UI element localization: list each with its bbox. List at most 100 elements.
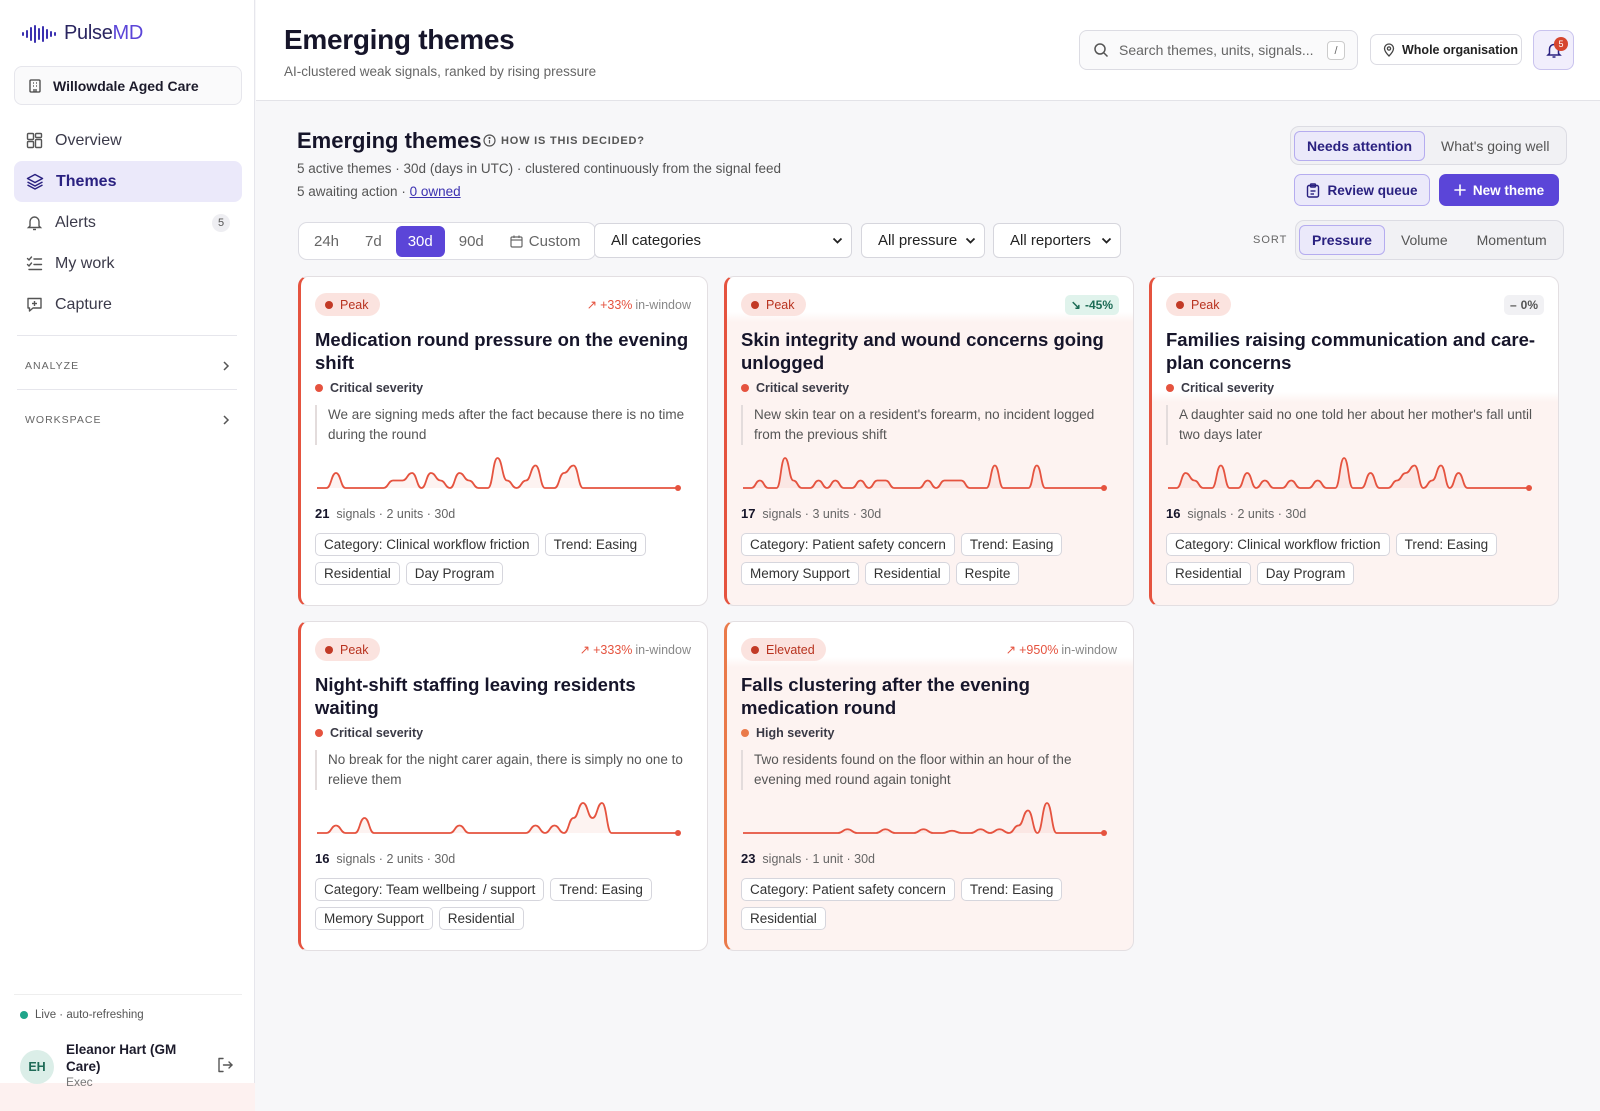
range-7d[interactable]: 7d — [353, 226, 394, 257]
tag-list: Category: Team wellbeing / support Trend… — [315, 878, 695, 930]
signal-quote: New skin tear on a resident's forearm, n… — [741, 405, 1111, 445]
theme-stats: 16 signals · 2 units · 30d — [315, 851, 455, 866]
sort-pressure[interactable]: Pressure — [1299, 225, 1385, 255]
page-header: Emerging themes AI-clustered weak signal… — [256, 0, 1600, 101]
sidebar-item-label: Alerts — [55, 213, 96, 231]
theme-card[interactable]: Peak ↗ +33% in-window Medication round pre… — [298, 276, 708, 606]
app-logo[interactable]: PulseMD — [22, 22, 143, 45]
tag-unit[interactable]: Memory Support — [315, 907, 433, 930]
range-custom[interactable]: Custom — [498, 226, 593, 257]
section-workspace[interactable]: WORKSPACE — [25, 414, 230, 426]
checklist-icon — [26, 256, 43, 271]
trend-value: -45% — [1084, 298, 1113, 312]
tag-unit[interactable]: Day Program — [1256, 562, 1355, 585]
logout-icon[interactable] — [216, 1056, 234, 1074]
calendar-icon — [510, 235, 523, 248]
tag-trend[interactable]: Trend: Easing — [544, 533, 647, 556]
range-30d[interactable]: 30d — [395, 225, 445, 257]
tag-unit[interactable]: Residential — [315, 562, 400, 585]
level-dot-icon — [751, 300, 759, 309]
sidebar-item-my-work[interactable]: My work — [14, 243, 242, 284]
sidebar-item-alerts[interactable]: Alerts 5 — [14, 202, 242, 243]
section-label: WORKSPACE — [25, 414, 102, 426]
sidebar-item-overview[interactable]: Overview — [14, 120, 242, 161]
tag-list: Category: Clinical workflow friction Tre… — [315, 533, 695, 585]
tag-trend[interactable]: Trend: Easing — [960, 533, 1063, 556]
toggle-going-well[interactable]: What's going well — [1428, 131, 1563, 161]
tag-unit[interactable]: Residential — [1166, 562, 1251, 585]
org-switcher[interactable]: Willowdale Aged Care — [14, 66, 242, 105]
sort-momentum[interactable]: Momentum — [1464, 225, 1560, 255]
clipboard-icon — [1307, 182, 1320, 198]
trend-indicator: ↗ +950% in-window — [1006, 642, 1117, 658]
tag-list: Category: Patient safety concern Trend: … — [741, 533, 1121, 585]
level-label: Peak — [766, 297, 795, 312]
trend-flat-icon: – — [1509, 298, 1517, 312]
tag-category[interactable]: Category: Clinical workflow friction — [315, 533, 539, 556]
sparkline — [1168, 457, 1532, 491]
pressure-filter[interactable]: All pressure — [861, 223, 985, 258]
signal-count: 23 — [741, 851, 756, 866]
tag-list: Category: Clinical workflow friction Tre… — [1166, 533, 1546, 585]
plus-square-icon — [27, 297, 42, 312]
range-90d[interactable]: 90d — [447, 226, 496, 257]
owned-link[interactable]: 0 owned — [410, 184, 461, 199]
theme-title: Families raising communication and care-… — [1166, 329, 1536, 373]
scope-selector[interactable]: Whole organisation — [1370, 34, 1522, 65]
awaiting-text: 5 awaiting action · — [297, 184, 410, 199]
theme-title: Medication round pressure on the evening… — [315, 329, 689, 373]
stats-text: signals · 2 units · 30d — [336, 852, 456, 866]
notification-count-badge: 5 — [1554, 37, 1568, 51]
sparkline-area — [317, 458, 678, 488]
how-decided-link[interactable]: HOW IS THIS DECIDED? — [483, 134, 645, 147]
live-status: Live · auto-refreshing — [20, 1009, 144, 1021]
tag-category[interactable]: Category: Patient safety concern — [741, 878, 955, 901]
tag-trend[interactable]: Trend: Easing — [550, 878, 652, 901]
category-filter[interactable]: All categories — [594, 223, 852, 258]
range-24h[interactable]: 24h — [302, 226, 351, 257]
search-input[interactable]: Search themes, units, signals... / — [1079, 30, 1358, 70]
tag-unit[interactable]: Residential — [864, 562, 950, 585]
section-label: ANALYZE — [25, 360, 80, 372]
new-theme-label: New theme — [1472, 182, 1545, 198]
severity-text: Critical severity — [330, 726, 424, 740]
reporters-filter[interactable]: All reporters — [993, 223, 1121, 258]
tag-trend[interactable]: Trend: Easing — [1395, 533, 1498, 556]
theme-card[interactable]: Elevated ↗ +950% in-window Falls clusterin… — [724, 621, 1134, 951]
tag-category[interactable]: Category: Team wellbeing / support — [315, 878, 545, 901]
sidebar-item-capture[interactable]: Capture — [14, 284, 242, 325]
tag-category[interactable]: Category: Clinical workflow friction — [1166, 533, 1390, 556]
toggle-needs-attention[interactable]: Needs attention — [1294, 130, 1426, 161]
tag-category[interactable]: Category: Patient safety concern — [741, 533, 955, 556]
notifications-button[interactable]: 5 — [1533, 30, 1574, 70]
sidebar-item-label: Themes — [56, 172, 117, 190]
tag-unit[interactable]: Residential — [741, 907, 826, 930]
reporters-filter-value: All reporters — [1010, 232, 1091, 249]
building-icon — [29, 78, 41, 93]
user-name: Eleanor Hart (GM Care) — [66, 1042, 177, 1074]
trend-suffix: in-window — [635, 642, 691, 657]
tag-unit[interactable]: Residential — [438, 907, 524, 930]
theme-card[interactable]: Peak –0% Families raising communication … — [1149, 276, 1559, 606]
section-analyze[interactable]: ANALYZE — [25, 360, 230, 372]
theme-title: Falls clustering after the evening medic… — [741, 674, 1030, 718]
new-theme-button[interactable]: New theme — [1439, 174, 1559, 206]
sidebar-divider — [17, 389, 237, 390]
theme-card[interactable]: Peak ↘ -45% Skin integrity and wound conc… — [724, 276, 1134, 606]
review-queue-button[interactable]: Review queue — [1294, 174, 1430, 206]
theme-card[interactable]: Peak ↗ +333% in-window Night-shift staffin… — [298, 621, 708, 951]
tag-trend[interactable]: Trend: Easing — [960, 878, 1063, 901]
trend-value: +950% — [1019, 642, 1059, 657]
user-profile[interactable]: EH Eleanor Hart (GM Care) Exec — [20, 1041, 240, 1089]
tag-unit[interactable]: Respite — [955, 562, 1020, 585]
themes-summary: 5 active themes · 30d (days in UTC) · cl… — [297, 161, 781, 176]
tag-unit[interactable]: Memory Support — [741, 562, 859, 585]
trend-indicator: ↘ -45% — [1064, 295, 1119, 315]
tag-unit[interactable]: Day Program — [405, 562, 504, 585]
trend-down-icon: ↘ — [1070, 298, 1081, 312]
level-label: Peak — [340, 297, 369, 312]
sort-volume[interactable]: Volume — [1388, 225, 1461, 255]
trend-suffix: in-window — [1061, 642, 1117, 657]
plus-icon — [1454, 184, 1466, 196]
sidebar-item-themes[interactable]: Themes — [14, 161, 242, 202]
